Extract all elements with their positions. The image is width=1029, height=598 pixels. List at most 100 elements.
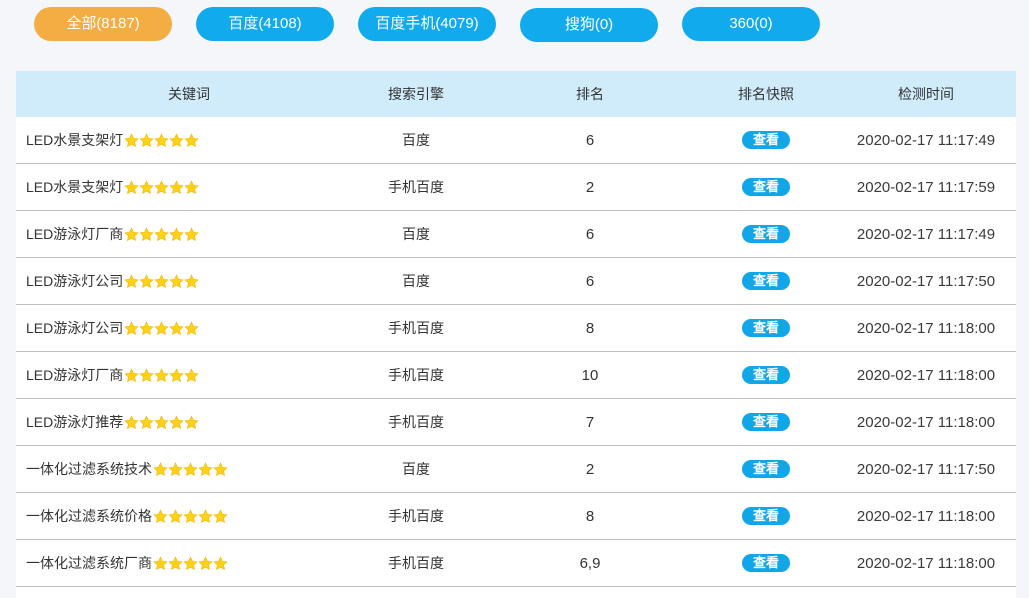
filter-baidu-mobile-button[interactable]: 百度手机(4079)	[358, 7, 496, 41]
keyword-text: LED游泳灯厂商	[26, 367, 124, 383]
star-icon	[124, 414, 139, 429]
keyword-cell: 一体化过滤系统技术	[16, 446, 362, 492]
rank-cell: 10	[581, 366, 599, 384]
star-icon	[213, 508, 228, 523]
star-icon	[153, 508, 168, 523]
star-icon	[169, 320, 184, 335]
table-row: LED游泳灯公司 百度 6 查看 2020-02-17 11:17:50	[16, 258, 1016, 305]
view-snapshot-button[interactable]: 查看	[742, 507, 790, 525]
engine-cell: 手机百度	[388, 414, 444, 430]
header-time: 检测时间	[898, 86, 954, 102]
rating-stars	[124, 367, 199, 383]
star-icon	[213, 461, 228, 476]
star-icon	[183, 461, 198, 476]
view-snapshot-button[interactable]: 查看	[742, 413, 790, 431]
keyword-cell: LED游泳灯厂商	[16, 211, 362, 257]
star-icon	[124, 132, 139, 147]
header-keyword: 关键词	[168, 86, 210, 102]
engine-cell: 百度	[402, 132, 430, 148]
keyword-text: 一体化过滤系统价格	[26, 508, 152, 524]
star-icon	[198, 461, 213, 476]
keyword-rank-page: 全部(8187) 百度(4108) 百度手机(4079) 搜狗(0) 360(0…	[0, 0, 1029, 598]
star-icon	[169, 273, 184, 288]
engine-cell: 百度	[402, 226, 430, 242]
keyword-text: LED游泳灯公司	[26, 320, 124, 336]
snapshot-cell: 查看	[696, 446, 836, 492]
star-icon	[153, 461, 168, 476]
view-snapshot-button[interactable]: 查看	[742, 460, 790, 478]
rating-stars	[153, 508, 228, 524]
rank-cell: 8	[585, 507, 595, 525]
view-snapshot-button[interactable]: 查看	[742, 366, 790, 384]
snapshot-cell: 查看	[696, 399, 836, 445]
snapshot-cell: 查看	[696, 352, 836, 398]
rank-cell: 7	[585, 413, 595, 431]
rating-stars	[124, 273, 199, 289]
check-time-cell: 2020-02-17 11:17:50	[856, 272, 996, 290]
star-icon	[184, 367, 199, 382]
filter-all-button[interactable]: 全部(8187)	[34, 7, 172, 41]
rank-cell: 6	[585, 225, 595, 243]
view-snapshot-button[interactable]: 查看	[742, 272, 790, 290]
rating-stars	[124, 132, 199, 148]
star-icon	[139, 367, 154, 382]
header-snapshot: 排名快照	[738, 86, 794, 102]
view-snapshot-button[interactable]: 查看	[742, 319, 790, 337]
view-snapshot-button[interactable]: 查看	[742, 554, 790, 572]
snapshot-cell: 查看	[696, 540, 836, 586]
rank-cell: 2	[585, 178, 595, 196]
check-time-cell: 2020-02-17 11:18:00	[856, 366, 996, 384]
star-icon	[154, 414, 169, 429]
star-icon	[154, 179, 169, 194]
engine-cell: 手机百度	[388, 179, 444, 195]
rating-stars	[153, 555, 228, 571]
header-rank: 排名	[576, 86, 604, 102]
star-icon	[198, 555, 213, 570]
check-time-cell: 2020-02-17 11:18:00	[856, 319, 996, 337]
star-icon	[139, 132, 154, 147]
filter-sogou-button[interactable]: 搜狗(0)	[520, 8, 658, 42]
star-icon	[184, 414, 199, 429]
snapshot-cell: 查看	[696, 493, 836, 539]
star-icon	[213, 555, 228, 570]
star-icon	[169, 367, 184, 382]
filter-360-button[interactable]: 360(0)	[682, 7, 820, 41]
star-icon	[124, 179, 139, 194]
keyword-cell: LED水景支架灯	[16, 164, 362, 210]
keyword-text: LED游泳灯公司	[26, 273, 124, 289]
rank-cell: 6	[585, 272, 595, 290]
star-icon	[154, 320, 169, 335]
star-icon	[139, 414, 154, 429]
header-engine: 搜索引擎	[388, 86, 444, 102]
keyword-text: LED水景支架灯	[26, 132, 124, 148]
rating-stars	[124, 226, 199, 242]
star-icon	[154, 273, 169, 288]
table-body: LED水景支架灯 百度 6 查看 2020-02-17 11:17:49 LED…	[16, 117, 1016, 587]
check-time-cell: 2020-02-17 11:18:00	[856, 507, 996, 525]
star-icon	[168, 461, 183, 476]
star-icon	[154, 367, 169, 382]
view-snapshot-button[interactable]: 查看	[742, 131, 790, 149]
engine-filter-bar: 全部(8187) 百度(4108) 百度手机(4079) 搜狗(0) 360(0…	[0, 0, 1029, 71]
star-icon	[169, 132, 184, 147]
rating-stars	[124, 179, 199, 195]
table-row: LED游泳灯厂商 手机百度 10 查看 2020-02-17 11:18:00	[16, 352, 1016, 399]
keyword-cell: LED游泳灯厂商	[16, 352, 362, 398]
star-icon	[184, 132, 199, 147]
table-row: 一体化过滤系统价格 手机百度 8 查看 2020-02-17 11:18:00	[16, 493, 1016, 540]
engine-cell: 手机百度	[388, 555, 444, 571]
snapshot-cell: 查看	[696, 164, 836, 210]
engine-cell: 手机百度	[388, 367, 444, 383]
view-snapshot-button[interactable]: 查看	[742, 225, 790, 243]
star-icon	[124, 226, 139, 241]
star-icon	[139, 320, 154, 335]
star-icon	[139, 273, 154, 288]
star-icon	[169, 226, 184, 241]
filter-baidu-button[interactable]: 百度(4108)	[196, 7, 334, 41]
star-icon	[124, 367, 139, 382]
table-row: 一体化过滤系统厂商 手机百度 6,9 查看 2020-02-17 11:18:0…	[16, 540, 1016, 587]
view-snapshot-button[interactable]: 查看	[742, 178, 790, 196]
star-icon	[184, 226, 199, 241]
keyword-text: LED水景支架灯	[26, 179, 124, 195]
rating-stars	[124, 320, 199, 336]
